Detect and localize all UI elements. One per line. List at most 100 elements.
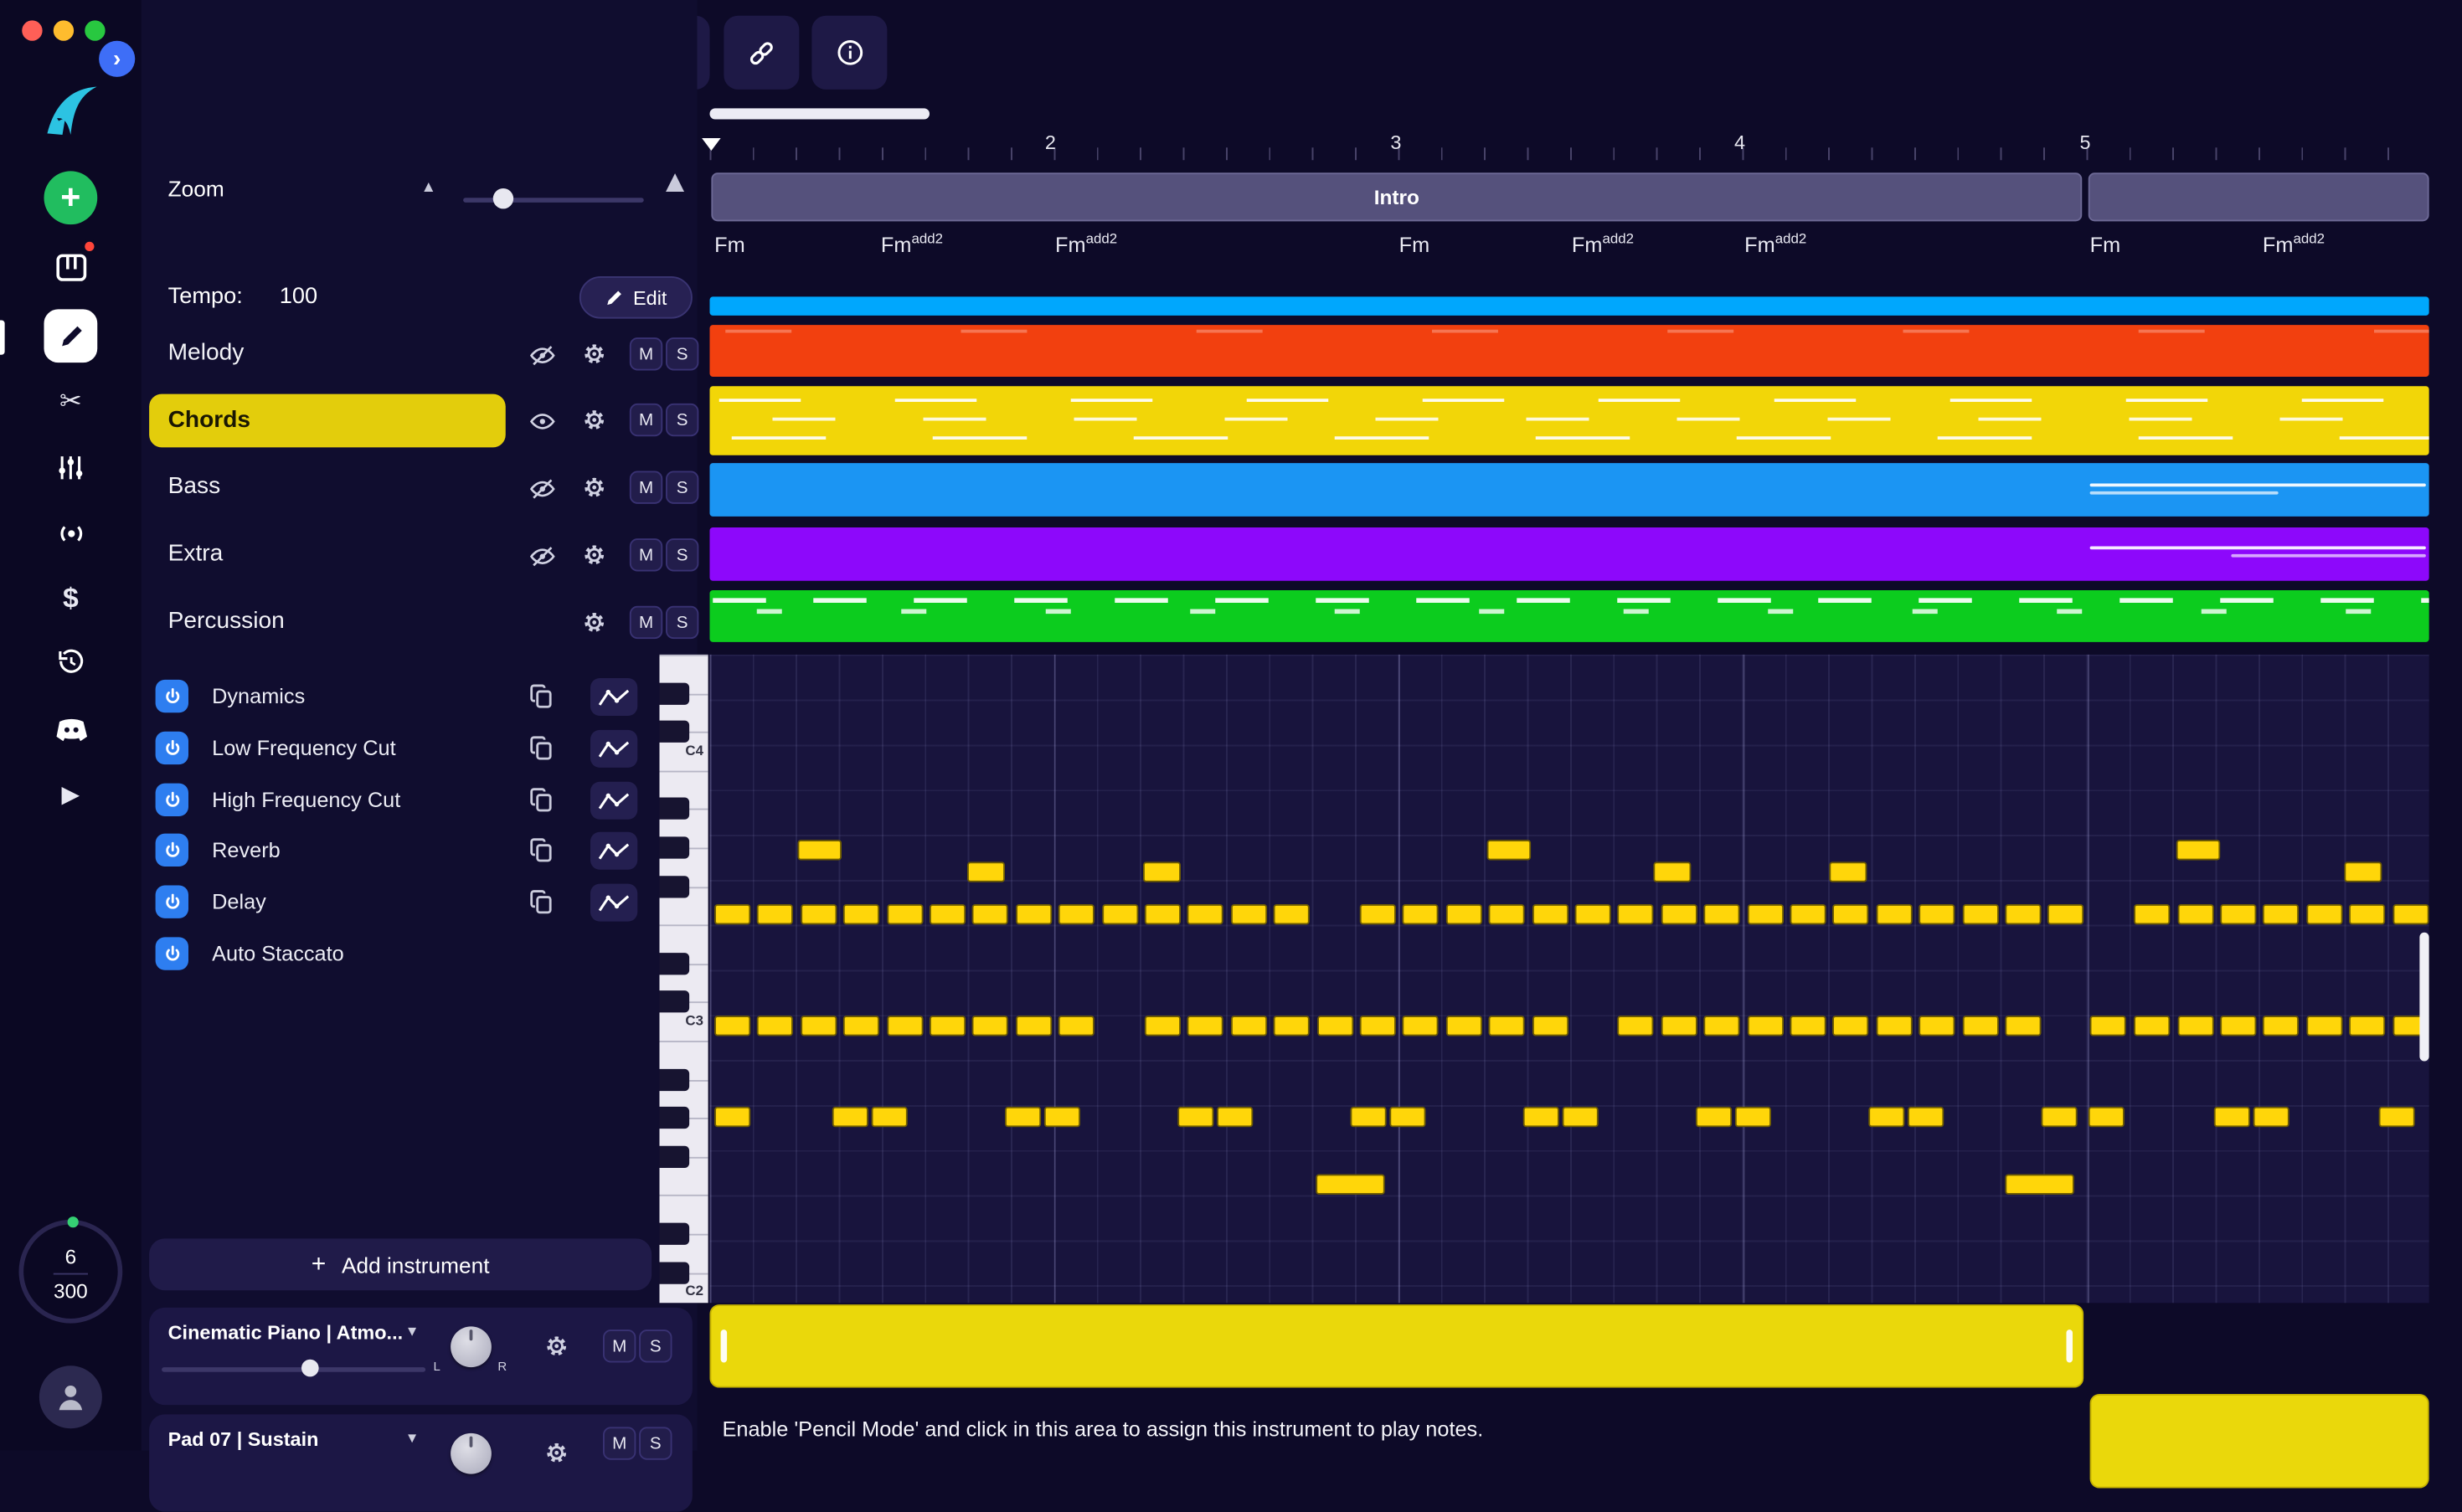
playhead-marker[interactable] (702, 138, 721, 151)
section-intro[interactable]: Intro (711, 172, 2082, 221)
midi-note[interactable] (1351, 1107, 1387, 1127)
tempo-value[interactable]: 100 (280, 284, 317, 309)
track-settings-icon[interactable] (583, 409, 606, 432)
track-row-extra[interactable]: Extra M S (149, 529, 693, 583)
midi-note[interactable] (2263, 904, 2299, 924)
instrument-name[interactable]: Cinematic Piano | Atmo... (168, 1322, 403, 1344)
piano-key-black[interactable] (660, 1068, 690, 1090)
midi-note[interactable] (1748, 1016, 1784, 1036)
midi-note[interactable] (801, 1016, 837, 1036)
horizontal-scrollbar[interactable] (710, 108, 930, 119)
power-toggle[interactable] (156, 886, 188, 918)
sidebar-item-mixer[interactable] (52, 449, 90, 486)
midi-note[interactable] (2349, 904, 2385, 924)
midi-note[interactable] (1575, 904, 1611, 924)
midi-note[interactable] (2306, 904, 2342, 924)
midi-note[interactable] (2134, 1016, 2170, 1036)
midi-note[interactable] (1963, 904, 1999, 924)
track-settings-icon[interactable] (583, 610, 606, 634)
piano-roll[interactable] (710, 655, 2429, 1303)
lane-chords[interactable] (710, 386, 2429, 455)
midi-note[interactable] (1016, 1016, 1052, 1036)
mute-button[interactable]: M (630, 471, 662, 504)
pan-knob[interactable] (451, 1433, 492, 1474)
sidebar-item-history[interactable] (52, 644, 90, 681)
midi-note[interactable] (1919, 1016, 1955, 1036)
midi-note[interactable] (967, 861, 1005, 882)
midi-note[interactable] (1187, 904, 1223, 924)
volume-slider-handle[interactable] (301, 1360, 319, 1377)
mute-button[interactable]: M (603, 1427, 636, 1459)
midi-note[interactable] (2090, 1016, 2126, 1036)
midi-note[interactable] (2176, 840, 2221, 860)
midi-note[interactable] (1563, 1107, 1599, 1127)
midi-note[interactable] (832, 1107, 868, 1127)
chord-label[interactable]: Fmadd2 (881, 231, 943, 257)
chord-label[interactable]: Fmadd2 (1572, 231, 1634, 257)
solo-button[interactable]: S (666, 538, 698, 571)
midi-note[interactable] (2393, 904, 2429, 924)
piano-key-black[interactable] (660, 721, 690, 743)
power-toggle[interactable] (156, 784, 188, 816)
sidebar-item-cut[interactable]: ✂ (52, 383, 90, 421)
midi-note[interactable] (801, 904, 837, 924)
midi-note[interactable] (1661, 1016, 1697, 1036)
mute-button[interactable]: M (603, 1329, 636, 1362)
midi-note[interactable] (1790, 1016, 1826, 1036)
sidebar-item-discord[interactable] (52, 710, 90, 748)
midi-note[interactable] (2263, 1016, 2299, 1036)
lane-strip-cyan[interactable] (710, 296, 2429, 316)
piano-key-black[interactable] (660, 1107, 690, 1129)
piano-key-black[interactable] (660, 1262, 690, 1283)
midi-note[interactable] (1868, 1107, 1904, 1127)
midi-note[interactable] (1446, 904, 1482, 924)
midi-note[interactable] (1908, 1107, 1944, 1127)
midi-note[interactable] (1274, 1016, 1310, 1036)
midi-note[interactable] (1058, 1016, 1095, 1036)
midi-note[interactable] (1617, 904, 1653, 924)
sidebar-item-broadcast[interactable] (52, 515, 90, 553)
automation-button[interactable] (590, 832, 637, 870)
midi-note[interactable] (1696, 1107, 1732, 1127)
user-avatar[interactable] (39, 1365, 102, 1428)
sidebar-item-midi[interactable] (52, 248, 90, 285)
visibility-off-icon[interactable] (529, 342, 556, 369)
midi-note[interactable] (1274, 904, 1310, 924)
midi-note[interactable] (1360, 1016, 1396, 1036)
track-settings-icon[interactable] (583, 543, 606, 567)
midi-note[interactable] (2005, 904, 2041, 924)
chord-label[interactable]: Fmadd2 (1055, 231, 1117, 257)
info-button[interactable] (811, 16, 887, 90)
power-toggle[interactable] (156, 937, 188, 969)
instrument-settings-icon[interactable] (545, 1441, 569, 1464)
midi-note[interactable] (1523, 1107, 1559, 1127)
create-new-button[interactable]: + (44, 171, 98, 224)
midi-note[interactable] (1877, 904, 1913, 924)
lane-melody[interactable] (710, 325, 2429, 377)
track-row-chords[interactable]: Chords M S (149, 394, 693, 448)
midi-note[interactable] (757, 1016, 793, 1036)
midi-note[interactable] (2042, 1107, 2078, 1127)
track-name[interactable]: Extra (168, 540, 224, 567)
midi-note[interactable] (1389, 1107, 1425, 1127)
track-name[interactable]: Percussion (168, 608, 285, 635)
midi-note[interactable] (1402, 904, 1438, 924)
midi-note[interactable] (2306, 1016, 2342, 1036)
midi-note[interactable] (1617, 1016, 1653, 1036)
midi-note[interactable] (2253, 1107, 2289, 1127)
mute-button[interactable]: M (630, 337, 662, 370)
zoom-slider-handle[interactable] (493, 188, 513, 208)
midi-note[interactable] (1532, 904, 1568, 924)
midi-note[interactable] (2379, 1107, 2415, 1127)
midi-note[interactable] (1217, 1107, 1253, 1127)
instrument-card[interactable]: Pad 07 | Sustain ▼ M S (149, 1414, 693, 1511)
chevron-down-icon[interactable]: ▼ (405, 1324, 420, 1340)
link-button[interactable] (724, 16, 799, 90)
track-row-percussion[interactable]: Percussion M S (149, 597, 693, 651)
midi-note[interactable] (1016, 904, 1052, 924)
solo-button[interactable]: S (666, 404, 698, 436)
midi-note[interactable] (2220, 1016, 2256, 1036)
midi-note[interactable] (2134, 904, 2170, 924)
track-settings-icon[interactable] (583, 342, 606, 366)
midi-note[interactable] (1653, 861, 1691, 882)
